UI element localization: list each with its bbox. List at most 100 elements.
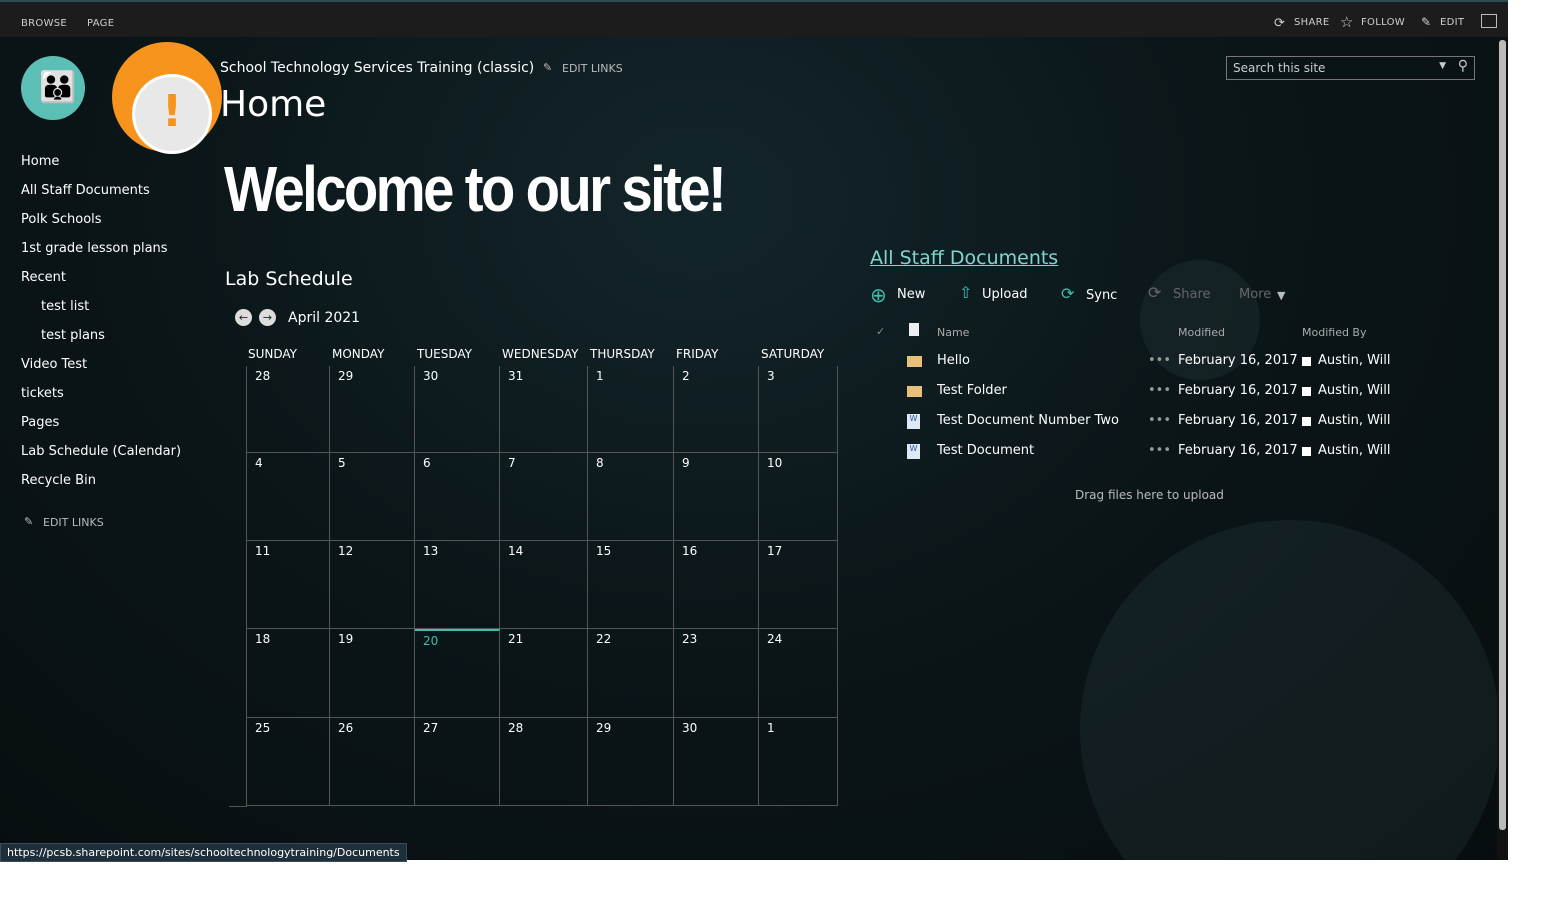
calendar-day[interactable]: 15 [588,541,674,629]
day-number: 2 [682,369,690,383]
column-modified[interactable]: Modified [1178,326,1225,339]
new-button[interactable]: New [897,287,925,302]
select-all-checkmark[interactable]: ✓ [876,325,885,338]
share-icon: ⟳ [1274,16,1286,31]
share-doc-button[interactable]: Share [1173,287,1211,302]
document-row[interactable]: Test Folder ••• February 16, 2017 Austin, W… [870,383,1410,413]
search-input[interactable]: Search this site ▼ ⚲ [1226,56,1475,80]
tab-page[interactable]: PAGE [87,18,114,29]
vertical-scrollbar[interactable] [1497,38,1508,860]
sync-button[interactable]: Sync [1086,288,1117,303]
calendar-day[interactable]: 22 [588,629,674,718]
calendar-day[interactable]: 1 [588,366,674,453]
document-name[interactable]: Test Document [937,443,1034,458]
calendar-day[interactable]: 31 [500,366,588,453]
calendar-day[interactable]: 23 [674,629,759,718]
calendar-day[interactable]: 4 [246,453,330,541]
ellipsis-menu-icon[interactable]: ••• [1148,353,1171,368]
calendar-day[interactable]: 17 [759,541,838,629]
search-icon[interactable]: ⚲ [1458,58,1468,74]
focus-content-icon[interactable] [1481,14,1497,28]
nav-recycle-bin[interactable]: Recycle Bin [21,473,96,488]
document-row[interactable]: Hello ••• February 16, 2017 Austin, Will [870,353,1410,383]
day-number: 10 [767,456,783,470]
background-decoration [1080,520,1500,860]
document-name[interactable]: Test Document Number Two [937,413,1119,428]
day-number: 30 [682,721,698,735]
calendar-day[interactable]: 14 [500,541,588,629]
tab-browse[interactable]: BROWSE [21,18,67,29]
nav-tickets[interactable]: tickets [21,386,64,401]
calendar-day[interactable]: 20 [415,629,500,718]
calendar-day[interactable]: 28 [500,718,588,806]
column-modified-by[interactable]: Modified By [1302,326,1367,339]
calendar-day[interactable]: 26 [330,718,415,806]
edit-button[interactable]: EDIT [1440,17,1464,28]
calendar-day[interactable]: 19 [330,629,415,718]
document-name[interactable]: Hello [937,353,970,368]
calendar-day[interactable]: 25 [246,718,330,806]
calendar-day[interactable]: 3 [759,366,838,453]
top-edit-links[interactable]: EDIT LINKS [562,62,623,75]
docs-title[interactable]: All Staff Documents [870,247,1058,269]
calendar-day[interactable]: 29 [330,366,415,453]
calendar-day[interactable]: 5 [330,453,415,541]
column-name[interactable]: Name [937,326,969,339]
calendar-day[interactable]: 16 [674,541,759,629]
nav-test-list[interactable]: test list [41,299,89,314]
people-icon: 👪 [39,70,77,105]
nav-test-plans[interactable]: test plans [41,328,105,343]
nav-home[interactable]: Home [21,154,59,169]
ellipsis-menu-icon[interactable]: ••• [1148,383,1171,398]
calendar-day[interactable]: 13 [415,541,500,629]
calendar-title[interactable]: Lab Schedule [225,268,353,290]
calendar-day[interactable]: 18 [246,629,330,718]
calendar-day[interactable]: 21 [500,629,588,718]
nav-video-test[interactable]: Video Test [21,357,87,372]
nav-pages[interactable]: Pages [21,415,59,430]
calendar-day[interactable]: 6 [415,453,500,541]
ellipsis-menu-icon[interactable]: ••• [1148,413,1171,428]
calendar-day[interactable]: 30 [415,366,500,453]
document-row[interactable]: W Test Document ••• February 16, 2017 Austin… [870,443,1410,473]
more-button[interactable]: More [1239,287,1271,302]
nav-lesson-plans[interactable]: 1st grade lesson plans [21,241,168,256]
calendar-day[interactable]: 9 [674,453,759,541]
document-row[interactable]: W Test Document Number Two ••• February 16,… [870,413,1410,443]
calendar-day[interactable]: 30 [674,718,759,806]
calendar-day[interactable]: 12 [330,541,415,629]
scrollbar-thumb[interactable] [1499,40,1506,830]
ellipsis-menu-icon[interactable]: ••• [1148,443,1171,458]
nav-polk-schools[interactable]: Polk Schools [21,212,102,227]
calendar-day[interactable]: 11 [246,541,330,629]
calendar-day[interactable]: 24 [759,629,838,718]
nav-recent[interactable]: Recent [21,270,66,285]
next-month-button[interactable]: → [259,309,276,326]
share-button[interactable]: SHARE [1294,17,1329,28]
site-title[interactable]: School Technology Services Training (cla… [220,60,534,76]
exclamation-icon: ! [162,86,183,137]
site-logo[interactable]: 👪 [21,56,85,120]
calendar-day[interactable]: 8 [588,453,674,541]
calendar-day[interactable]: 28 [246,366,330,453]
calendar-day[interactable]: 1 [759,718,838,806]
nav-all-staff-documents[interactable]: All Staff Documents [21,183,150,198]
calendar-day[interactable]: 29 [588,718,674,806]
scope-dropdown-icon[interactable]: ▼ [1439,61,1446,71]
modified-by[interactable]: Austin, Will [1318,353,1391,368]
prev-month-button[interactable]: ← [235,309,252,326]
upload-button[interactable]: Upload [982,287,1028,302]
nav-edit-links[interactable]: EDIT LINKS [43,516,104,529]
calendar-day[interactable]: 2 [674,366,759,453]
follow-button[interactable]: FOLLOW [1361,17,1405,28]
modified-by[interactable]: Austin, Will [1318,443,1391,458]
document-name[interactable]: Test Folder [937,383,1007,398]
nav-lab-schedule[interactable]: Lab Schedule (Calendar) [21,444,181,459]
day-number: 20 [423,634,439,648]
day-number: 28 [255,369,271,383]
modified-by[interactable]: Austin, Will [1318,413,1391,428]
calendar-day[interactable]: 27 [415,718,500,806]
modified-by[interactable]: Austin, Will [1318,383,1391,398]
calendar-day[interactable]: 7 [500,453,588,541]
calendar-day[interactable]: 10 [759,453,838,541]
